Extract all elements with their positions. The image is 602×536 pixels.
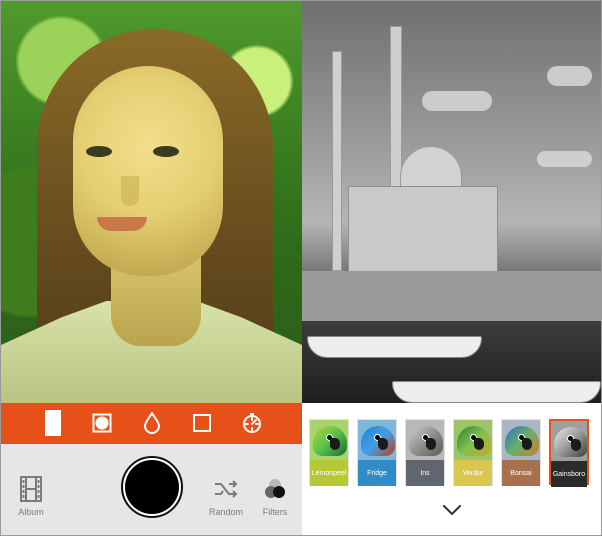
filter-label: Lemonpeel [310, 460, 348, 486]
shutter-inner [125, 460, 179, 514]
filter-thumbnail [406, 420, 444, 460]
camera-preview-panel: Album Random Filters [1, 1, 302, 535]
drop-icon[interactable] [140, 411, 164, 435]
photo-cloud [422, 91, 492, 111]
filters-icon [260, 474, 290, 504]
camera-toolbar [1, 403, 302, 444]
album-button[interactable]: Album [1, 474, 61, 518]
parrot-beak [474, 438, 484, 450]
filter-thumbnail [551, 421, 587, 461]
photo-boat [307, 336, 482, 358]
filter-label: Fridge [358, 460, 396, 486]
filter-lemonpeel[interactable]: Lemonpeel [309, 419, 349, 486]
parrot-beak [378, 438, 388, 450]
photo-minaret-left [332, 51, 342, 271]
album-label: Album [18, 507, 44, 517]
collapse-filters-button[interactable] [437, 499, 467, 521]
circle-frame-icon[interactable] [90, 411, 114, 435]
photo-cloud [547, 66, 592, 86]
photo-cloud [537, 151, 592, 167]
filters-label: Filters [262, 507, 288, 517]
photo-nose [121, 176, 139, 206]
filters-button[interactable]: Filters [245, 474, 302, 518]
camera-preview-image [1, 1, 302, 403]
filter-thumbnail [502, 420, 540, 460]
photo-boat [392, 381, 601, 403]
filter-ins[interactable]: Ins [405, 419, 445, 486]
photo-dome [400, 146, 462, 188]
parrot-beak [426, 438, 436, 450]
photo-eye-right [153, 146, 179, 157]
square-frame-icon[interactable] [190, 411, 214, 435]
filter-verdur[interactable]: Verdur [453, 419, 493, 486]
filter-label: Verdur [454, 460, 492, 486]
photo-lips [97, 217, 147, 231]
shutter-button[interactable] [121, 456, 183, 518]
shuffle-icon [211, 474, 241, 504]
parrot-beak [330, 438, 340, 450]
filter-fridge[interactable]: Fridge [357, 419, 397, 486]
filter-thumbnail [358, 420, 396, 460]
filter-preview-panel: Lemonpeel Fridge Ins Verdur Bonsai Gains… [302, 1, 601, 535]
parrot-beak [522, 438, 532, 450]
photo-shore [302, 271, 601, 321]
photo-face [73, 66, 223, 276]
filter-preview-image [302, 1, 601, 403]
filter-thumbnail [454, 420, 492, 460]
photo-eye-left [86, 146, 112, 157]
aspect-ratio-icon[interactable] [41, 410, 65, 436]
filter-label: Ins [406, 460, 444, 486]
filter-bonsai[interactable]: Bonsai [501, 419, 541, 486]
timer-icon[interactable] [240, 411, 264, 435]
filter-label: Bonsai [502, 460, 540, 486]
filter-label: Gainsboro [551, 461, 587, 487]
parrot-beak [571, 439, 581, 451]
camera-bottom-bar: Album Random Filters [1, 444, 302, 535]
app-frame: Album Random Filters Lemonpeel Fridge In… [0, 0, 602, 536]
chevron-down-icon [443, 505, 461, 515]
film-icon [16, 474, 46, 504]
filter-strip: Lemonpeel Fridge Ins Verdur Bonsai Gains… [302, 407, 601, 489]
filter-gainsboro[interactable]: Gainsboro [549, 419, 589, 487]
filter-thumbnail [310, 420, 348, 460]
